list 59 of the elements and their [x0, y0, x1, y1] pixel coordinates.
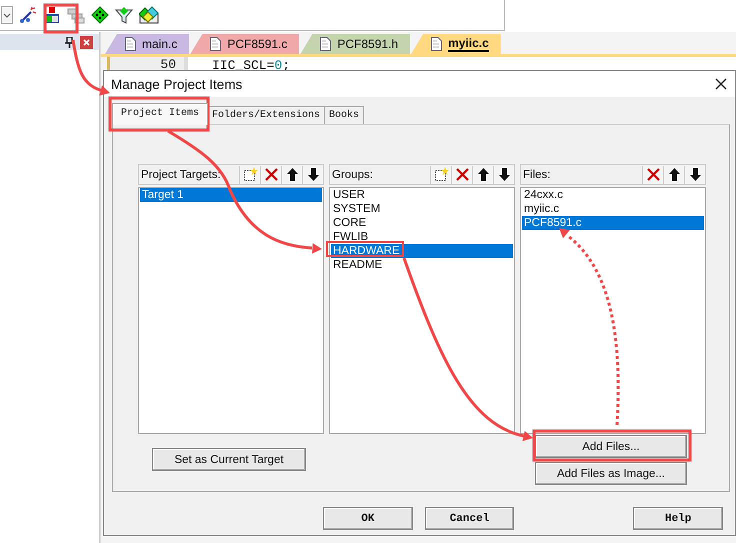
- toolbar-button[interactable]: [302, 166, 323, 184]
- file-tab[interactable]: myiic.c: [411, 34, 501, 54]
- list-item[interactable]: PCF8591.c: [522, 216, 704, 230]
- list-item[interactable]: USER: [331, 188, 513, 202]
- magic-wand-icon[interactable]: [19, 6, 37, 24]
- list-item[interactable]: README: [331, 258, 513, 272]
- toolbar-button[interactable]: [430, 166, 451, 184]
- stacked-windows-icon[interactable]: [67, 6, 85, 24]
- list-box[interactable]: USER SYSTEM CORE FWLIB HARDWARE README: [329, 187, 515, 434]
- toolbar-button[interactable]: [472, 166, 493, 184]
- dialog-button[interactable]: OK: [323, 507, 413, 530]
- delete-icon: [454, 166, 470, 183]
- delete-icon: [644, 166, 662, 183]
- file-tab[interactable]: main.c: [105, 34, 190, 54]
- list-box[interactable]: 24cxx.c myiic.c PCF8591.c: [520, 187, 706, 434]
- list-item[interactable]: 24cxx.c: [522, 188, 704, 202]
- close-icon[interactable]: [715, 78, 727, 90]
- toolbar-button[interactable]: [281, 166, 302, 184]
- close-icon: [83, 38, 90, 46]
- document-icon: [431, 37, 442, 51]
- toolbar-button[interactable]: [663, 166, 684, 184]
- list-item[interactable]: HARDWARE: [331, 244, 513, 258]
- new-item-icon: [242, 166, 258, 183]
- toolbar-button[interactable]: [493, 166, 514, 184]
- panel-label: Project Targets:: [140, 168, 222, 180]
- list-item[interactable]: SYSTEM: [331, 202, 513, 216]
- highlight-box: [44, 4, 78, 34]
- list-item[interactable]: Target 1: [140, 188, 322, 202]
- file-tab[interactable]: PCF8591.h: [300, 34, 410, 54]
- diamond-icon[interactable]: [91, 6, 109, 24]
- diamonds-icon[interactable]: [139, 6, 159, 24]
- caret-icon: [3, 12, 11, 18]
- new-item-icon: [432, 166, 450, 183]
- close-button[interactable]: [80, 36, 93, 48]
- annotation-arrow: [72, 40, 110, 96]
- add-files-button[interactable]: Add Files...: [535, 435, 687, 458]
- toolbar-button[interactable]: [684, 166, 705, 184]
- document-icon: [125, 37, 136, 51]
- list-item[interactable]: FWLIB: [331, 230, 513, 244]
- panel-label: Files:: [522, 168, 552, 180]
- dialog-button[interactable]: Cancel: [424, 507, 514, 530]
- list-item[interactable]: CORE: [331, 216, 513, 230]
- file-tab[interactable]: PCF8591.c: [190, 34, 300, 54]
- dialog-tab[interactable]: Project Items: [112, 103, 208, 125]
- set-target-button[interactable]: Set as Current Target: [152, 448, 306, 471]
- document-icon: [320, 37, 332, 51]
- list-item[interactable]: myiic.c: [522, 202, 704, 216]
- list-box[interactable]: Target 1: [138, 187, 324, 434]
- add-files-button[interactable]: Add Files as Image...: [535, 462, 687, 485]
- dialog-button[interactable]: Help: [633, 507, 724, 530]
- dialog-title: Manage Project Items: [111, 76, 242, 92]
- funnel-icon[interactable]: [115, 6, 133, 24]
- panel-label: Groups:: [331, 168, 374, 180]
- dropdown-button[interactable]: [1, 6, 13, 24]
- document-icon: [210, 37, 222, 51]
- dialog-tab[interactable]: Books: [324, 106, 364, 125]
- toolbar-button[interactable]: [239, 166, 260, 184]
- pin-icon[interactable]: [65, 36, 74, 48]
- delete-icon: [262, 166, 280, 183]
